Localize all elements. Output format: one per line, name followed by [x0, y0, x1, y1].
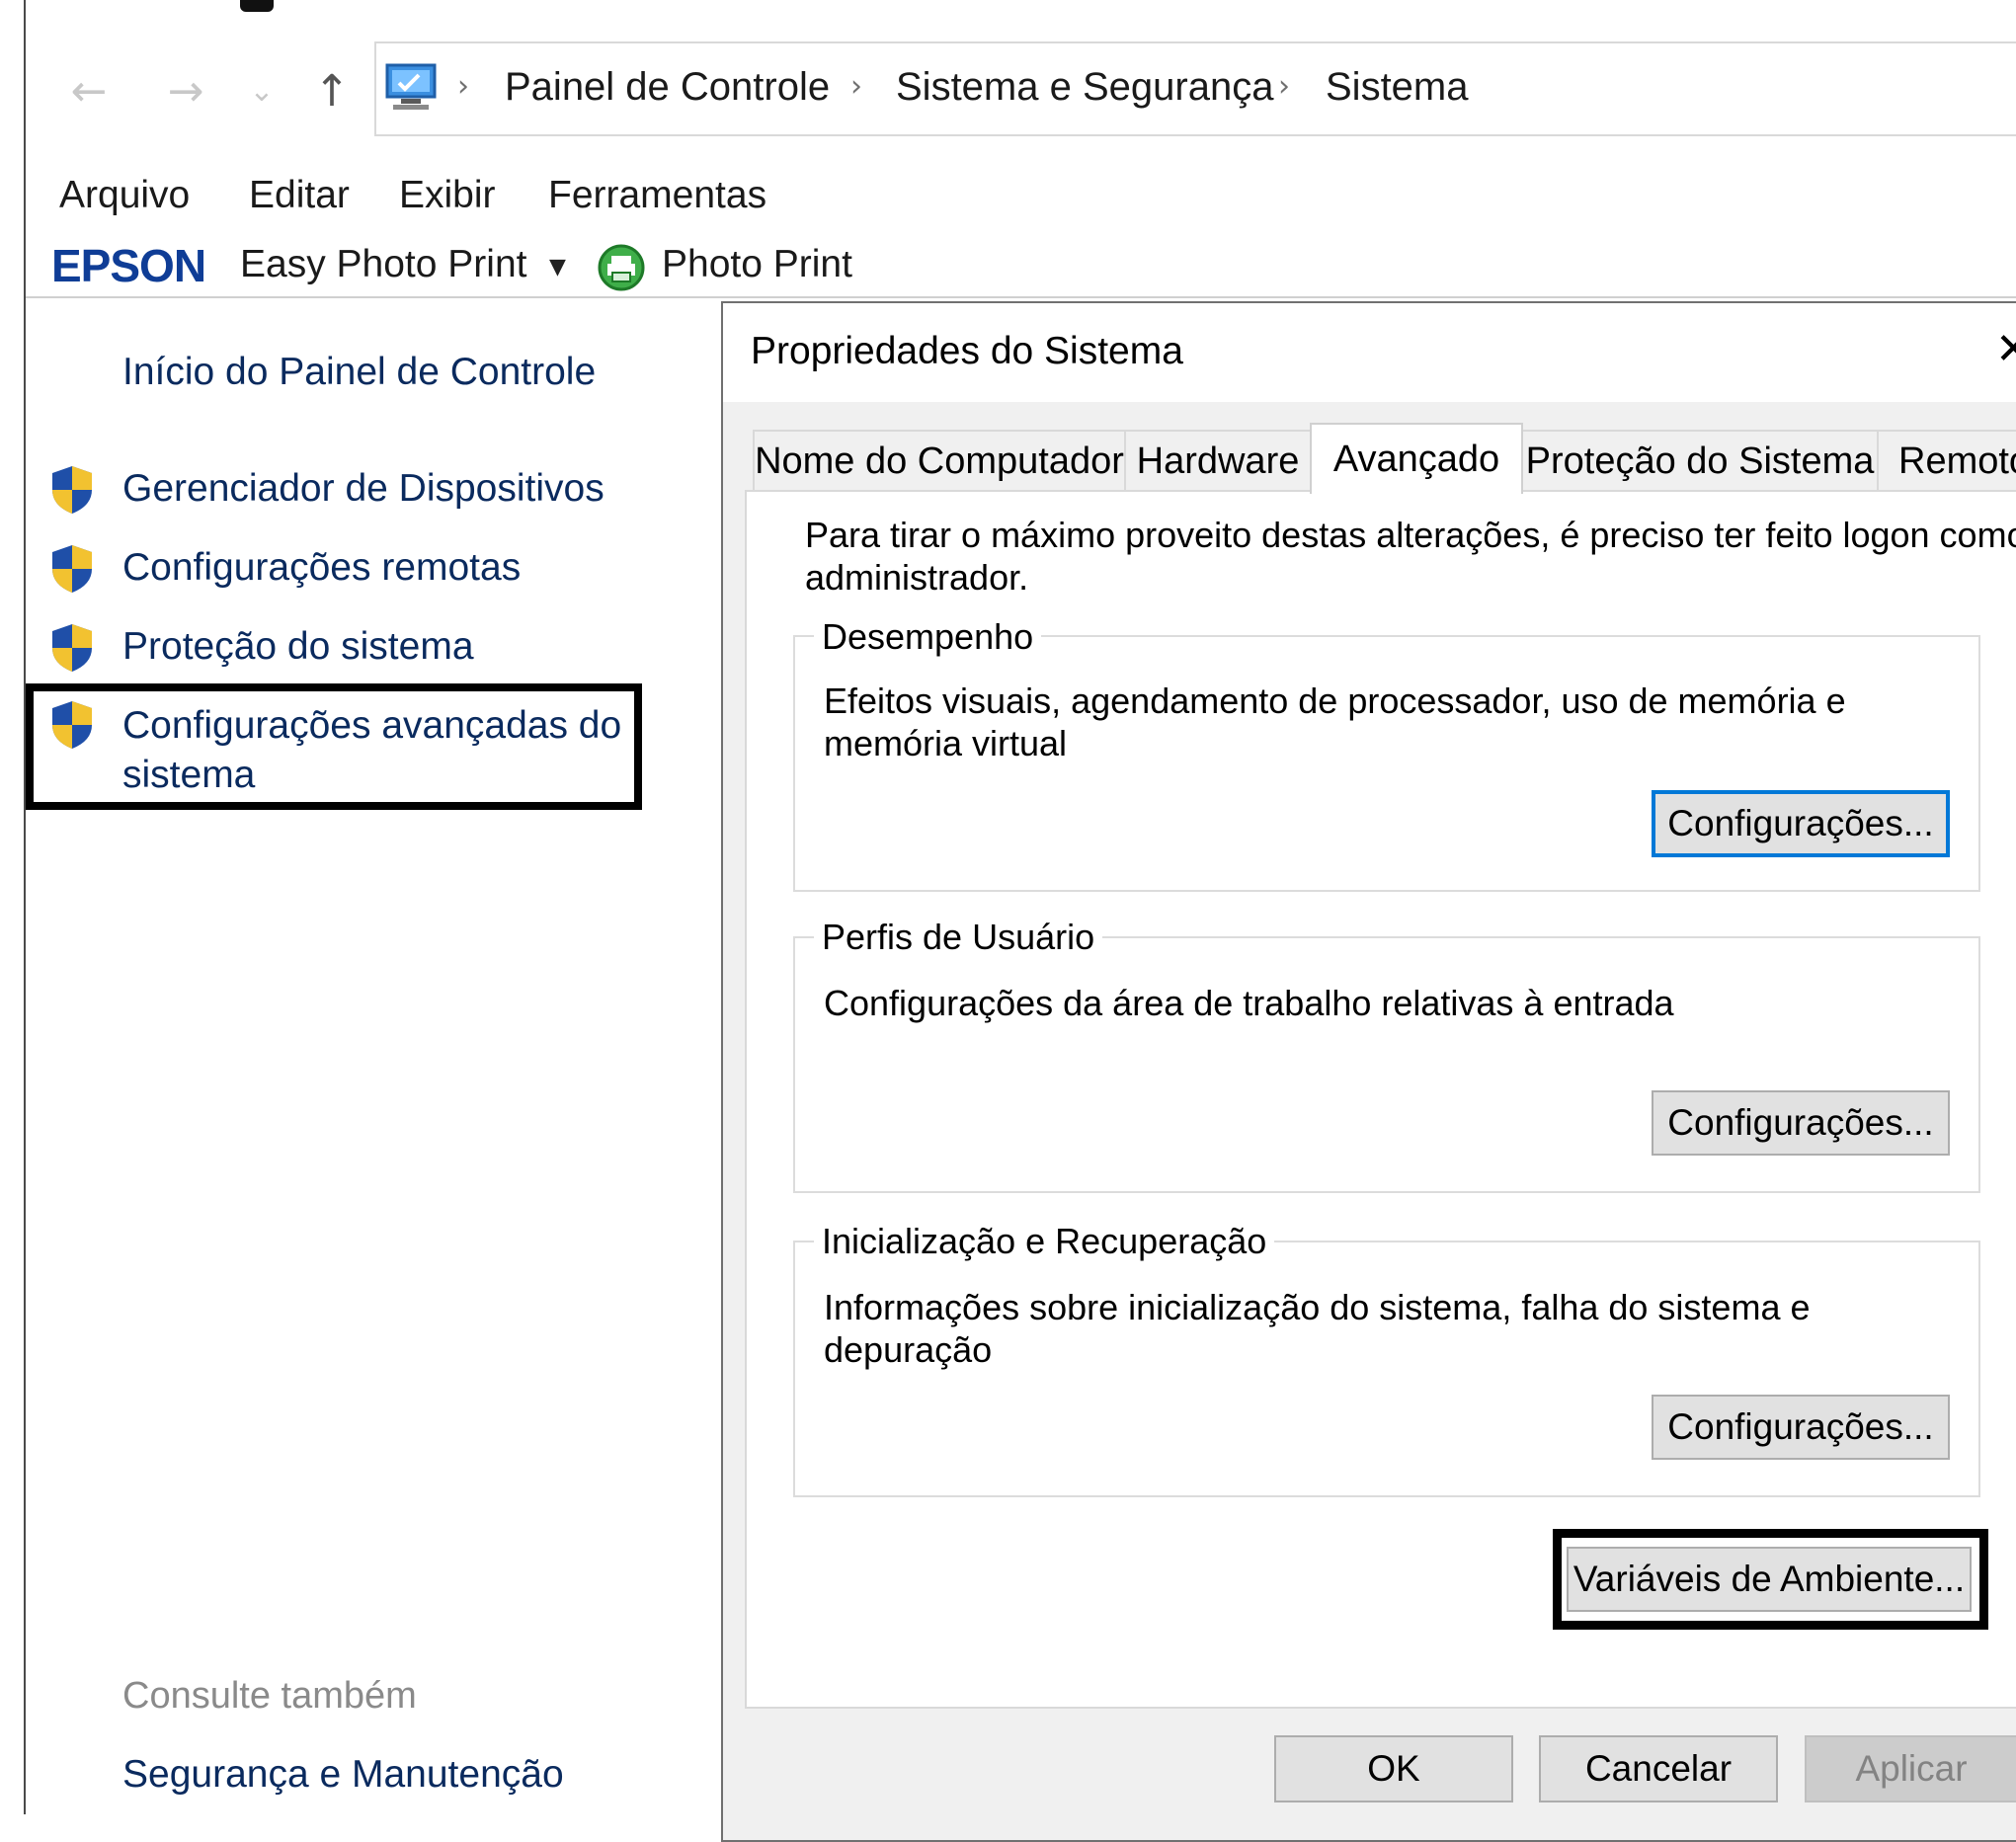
computer-icon [385, 63, 437, 110]
apply-button[interactable]: Aplicar [1805, 1735, 2016, 1802]
group-startup-recovery-title: Inicialização e Recuperação [814, 1221, 1275, 1262]
admin-note-line1: Para tirar o máximo proveito destas alte… [805, 515, 2016, 555]
tab-advanced[interactable]: Avançado [1310, 423, 1523, 494]
dialog-title: Propriedades do Sistema [751, 330, 1183, 372]
tab-computer-name[interactable]: Nome do Computador [753, 430, 1126, 491]
recent-locations-button[interactable]: ⌄ [237, 61, 286, 120]
menu-view[interactable]: Exibir [399, 174, 496, 217]
startup-recovery-description-line1: Informações sobre inicialização do siste… [824, 1287, 1811, 1327]
sidebar-link-device-manager[interactable]: Gerenciador de Dispositivos [122, 464, 605, 514]
uac-shield-icon [52, 466, 92, 514]
tab-system-protection[interactable]: Proteção do Sistema [1521, 430, 1879, 491]
up-arrow-icon: ↑ [313, 65, 351, 117]
forward-button[interactable]: → [156, 61, 215, 120]
up-button[interactable]: ↑ [302, 61, 362, 120]
performance-settings-button[interactable]: Configurações... [1652, 790, 1950, 857]
group-user-profiles-title: Perfis de Usuário [814, 917, 1103, 958]
breadcrumb-control-panel[interactable]: Painel de Controle [505, 65, 830, 110]
breadcrumb-separator: › [1278, 69, 1290, 104]
chevron-down-icon: ⌄ [249, 73, 275, 109]
highlight-box-environment-variables [1553, 1529, 1988, 1630]
ok-button[interactable]: OK [1274, 1735, 1513, 1802]
sidebar-link-system-protection[interactable]: Proteção do sistema [122, 622, 474, 672]
breadcrumb-separator: › [457, 69, 469, 104]
performance-description-line1: Efeitos visuais, agendamento de processa… [824, 681, 1846, 721]
admin-note-line2: administrador. [805, 557, 1029, 598]
highlight-box-advanced-link [26, 683, 642, 810]
breadcrumb-system-security[interactable]: Sistema e Segurança [896, 65, 1273, 110]
startup-recovery-description: Informações sobre inicialização do siste… [824, 1286, 1811, 1371]
photo-print-icon [598, 244, 645, 291]
cropped-title-glyph [240, 0, 274, 12]
photo-print-button[interactable]: Photo Print [662, 243, 852, 286]
easy-photo-print-button[interactable]: Easy Photo Print [240, 243, 526, 286]
window-left-edge [24, 0, 26, 1814]
toolbar-divider [26, 296, 2016, 298]
tab-hardware[interactable]: Hardware [1124, 430, 1312, 491]
breadcrumb-system[interactable]: Sistema [1326, 65, 1469, 110]
back-arrow-icon: ← [70, 65, 108, 117]
back-button[interactable]: ← [59, 61, 119, 120]
group-performance-title: Desempenho [814, 616, 1042, 658]
startup-recovery-description-line2: depuração [824, 1329, 993, 1370]
user-profiles-description: Configurações da área de trabalho relati… [824, 983, 1674, 1023]
performance-description-line2: memória virtual [824, 723, 1068, 763]
uac-shield-icon [52, 545, 92, 593]
menu-file[interactable]: Arquivo [59, 174, 190, 217]
epson-logo: EPSON [51, 240, 206, 291]
see-also-heading: Consulte também [122, 1675, 417, 1717]
forward-arrow-icon: → [167, 65, 204, 117]
breadcrumb-separator: › [850, 69, 862, 104]
user-profiles-settings-button[interactable]: Configurações... [1652, 1090, 1950, 1156]
uac-shield-icon [52, 624, 92, 672]
dropdown-arrow-icon[interactable]: ▼ [549, 255, 566, 280]
startup-recovery-settings-button[interactable]: Configurações... [1652, 1395, 1950, 1460]
menu-tools[interactable]: Ferramentas [548, 174, 766, 217]
see-also-link-security-maintenance[interactable]: Segurança e Manutenção [122, 1750, 564, 1800]
tab-remote[interactable]: Remoto [1877, 430, 2016, 491]
sidebar-link-remote-settings[interactable]: Configurações remotas [122, 543, 521, 593]
menu-edit[interactable]: Editar [249, 174, 350, 217]
performance-description: Efeitos visuais, agendamento de processa… [824, 680, 1846, 764]
admin-note: Para tirar o máximo proveito destas alte… [805, 514, 2016, 599]
cancel-button[interactable]: Cancelar [1539, 1735, 1778, 1802]
control-panel-home-link[interactable]: Início do Painel de Controle [122, 348, 596, 397]
close-icon[interactable]: ✕ [1995, 324, 2016, 374]
